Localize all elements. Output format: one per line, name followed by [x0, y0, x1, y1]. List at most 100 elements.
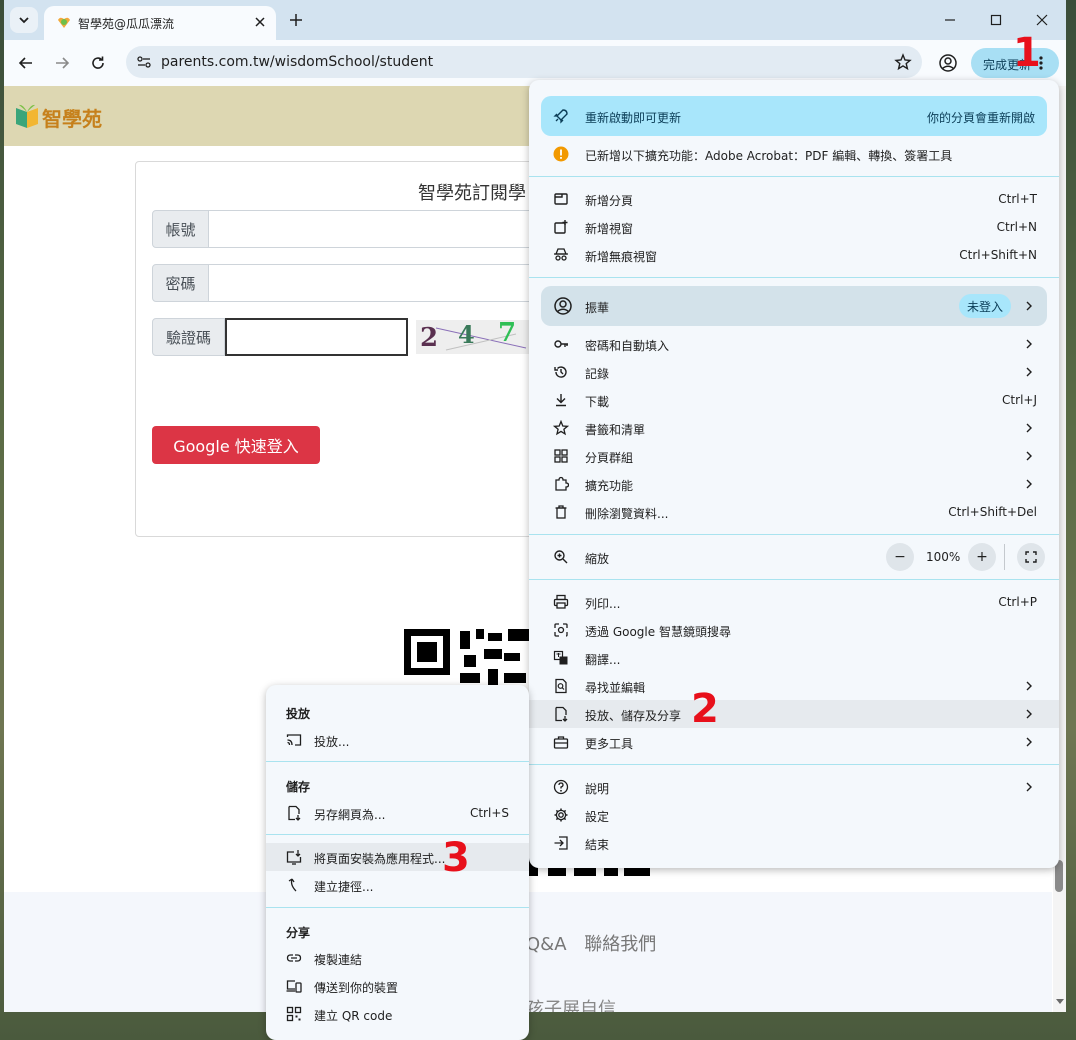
new-tab-icon	[554, 193, 568, 205]
history-icon	[554, 366, 567, 378]
zoom-in-button[interactable]: +	[968, 543, 996, 571]
tab-strip: 智學苑@瓜瓜漂流	[4, 0, 1066, 40]
minimize-button[interactable]	[940, 10, 960, 30]
submenu-item-copy-link[interactable]: 複製連結	[266, 944, 529, 972]
menu-item-label: 結束	[585, 838, 610, 852]
menu-item-label: 設定	[585, 810, 610, 824]
menu-item-label: 透過 Google 智慧鏡頭搜尋	[585, 625, 731, 639]
menu-item-label: 擴充功能	[585, 479, 634, 493]
close-icon	[1036, 14, 1048, 26]
menu-item-label: 下載	[585, 395, 610, 409]
menu-item-label: 分頁群組	[585, 451, 634, 465]
tab-close-button[interactable]	[252, 14, 268, 30]
menu-item-print[interactable]: 列印... Ctrl+P	[529, 588, 1059, 616]
trash-icon	[555, 505, 567, 519]
menu-item-shortcut: Ctrl+N	[996, 220, 1037, 234]
site-favicon-icon	[58, 17, 70, 28]
plus-icon	[290, 14, 302, 26]
submenu-item-install-app[interactable]: 將頁面安裝為應用程式...	[266, 843, 529, 871]
rocket-icon	[553, 109, 568, 124]
submenu-item-shortcut: Ctrl+S	[469, 806, 509, 820]
chevron-right-icon	[1026, 451, 1032, 461]
save-share-icon	[555, 706, 568, 722]
menu-item-cast-save-share[interactable]: 投放、儲存及分享	[529, 700, 1059, 728]
menu-item-new-tab[interactable]: 新增分頁 Ctrl+T	[529, 185, 1059, 213]
menu-item-clear-data[interactable]: 刪除瀏覽資料... Ctrl+Shift+Del	[529, 498, 1059, 526]
close-icon	[255, 17, 265, 27]
menu-item-shortcut: Ctrl+J	[1002, 393, 1037, 407]
account-input[interactable]	[209, 210, 539, 248]
maximize-button[interactable]	[986, 10, 1006, 30]
zoom-level: 100%	[926, 550, 961, 564]
captcha-input[interactable]	[225, 318, 408, 356]
back-button[interactable]	[16, 53, 36, 73]
submenu-item-save-page[interactable]: 另存網頁為... Ctrl+S	[266, 799, 529, 827]
captcha-image[interactable]: 2 4 7	[416, 320, 536, 354]
chrome-menu: 重新啟動即可更新 你的分頁會重新開啟 已新增以下擴充功能：Adobe Acrob…	[529, 80, 1059, 868]
exit-icon	[554, 836, 568, 850]
submenu-item-label: 投放...	[314, 735, 350, 749]
scroll-down-icon[interactable]	[1055, 996, 1065, 1006]
menu-item-extensions[interactable]: 擴充功能	[529, 470, 1059, 498]
password-input[interactable]	[209, 264, 539, 302]
new-window-icon	[554, 220, 568, 234]
chevron-down-icon	[19, 17, 29, 24]
menu-item-more-tools[interactable]: 更多工具	[529, 728, 1059, 756]
menu-item-downloads[interactable]: 下載 Ctrl+J	[529, 386, 1059, 414]
captcha-digit: 7	[498, 320, 517, 348]
reload-button[interactable]	[88, 53, 108, 73]
site-info-icon[interactable]	[136, 54, 152, 70]
new-tab-button[interactable]	[286, 10, 306, 30]
menu-item-zoom: 縮放 − 100% +	[529, 540, 1059, 574]
submenu-heading-cast: 投放	[286, 707, 311, 721]
tab-active[interactable]: 智學苑@瓜瓜漂流	[44, 6, 276, 40]
menu-item-translate[interactable]: 翻譯...	[529, 644, 1059, 672]
footer-link-qa[interactable]: Q&A	[526, 934, 567, 955]
menu-item-exit[interactable]: 結束	[529, 829, 1059, 857]
menu-item-profile[interactable]: 振華 未登入	[541, 286, 1047, 326]
menu-item-bookmarks[interactable]: 書籤和清單	[529, 414, 1059, 442]
footer-link-contact[interactable]: 聯絡我們	[584, 934, 656, 955]
menu-update-banner[interactable]: 重新啟動即可更新 你的分頁會重新開啟	[541, 96, 1047, 136]
submenu-item-cast[interactable]: 投放...	[266, 726, 529, 754]
tab-search-button[interactable]	[10, 7, 38, 33]
key-icon	[554, 340, 568, 348]
chevron-right-icon	[1026, 479, 1032, 489]
menu-item-passwords[interactable]: 密碼和自動填入	[529, 330, 1059, 358]
close-window-button[interactable]	[1032, 10, 1052, 30]
forward-button[interactable]	[52, 53, 72, 73]
extension-notice-label: 已新增以下擴充功能：Adobe Acrobat：PDF 編輯、轉換、簽署工具	[585, 149, 953, 163]
lens-icon	[554, 623, 568, 637]
help-icon	[553, 779, 569, 795]
submenu-item-create-shortcut[interactable]: 建立捷徑...	[266, 871, 529, 899]
submenu-item-send-to-devices[interactable]: 傳送到你的裝置	[266, 972, 529, 1000]
extension-notice[interactable]: 已新增以下擴充功能：Adobe Acrobat：PDF 編輯、轉換、簽署工具	[529, 140, 1059, 168]
book-logo-icon	[16, 104, 38, 128]
fullscreen-button[interactable]	[1017, 543, 1045, 571]
menu-item-history[interactable]: 記錄	[529, 358, 1059, 386]
gear-icon	[554, 808, 568, 822]
menu-item-new-incognito[interactable]: 新增無痕視窗 Ctrl+Shift+N	[529, 241, 1059, 269]
save-file-icon	[288, 805, 301, 821]
menu-item-new-window[interactable]: 新增視窗 Ctrl+N	[529, 213, 1059, 241]
footer-links: Q&A 聯絡我們	[526, 930, 668, 956]
submenu-item-label: 建立捷徑...	[314, 880, 374, 894]
menu-item-label: 列印...	[585, 597, 621, 611]
update-banner-label: 重新啟動即可更新	[585, 111, 682, 125]
zoom-out-button[interactable]: −	[886, 543, 914, 571]
menu-item-settings[interactable]: 設定	[529, 801, 1059, 829]
bookmark-star-icon[interactable]	[894, 53, 912, 71]
address-bar[interactable]: parents.com.tw/wisdomSchool/student	[126, 46, 922, 78]
profile-icon[interactable]	[938, 53, 958, 73]
fullscreen-icon	[1025, 551, 1037, 563]
submenu-item-create-qr[interactable]: 建立 QR code	[266, 1000, 529, 1028]
toolbox-icon	[553, 736, 569, 749]
menu-item-label: 說明	[585, 782, 610, 796]
chevron-right-icon	[1026, 301, 1032, 311]
menu-item-lens[interactable]: 透過 Google 智慧鏡頭搜尋	[529, 616, 1059, 644]
menu-item-label: 新增無痕視窗	[585, 250, 658, 264]
menu-item-help[interactable]: 說明	[529, 773, 1059, 801]
menu-item-find-edit[interactable]: 尋找並編輯	[529, 672, 1059, 700]
google-login-button[interactable]: Google 快速登入	[152, 426, 320, 464]
menu-item-tab-groups[interactable]: 分頁群組	[529, 442, 1059, 470]
